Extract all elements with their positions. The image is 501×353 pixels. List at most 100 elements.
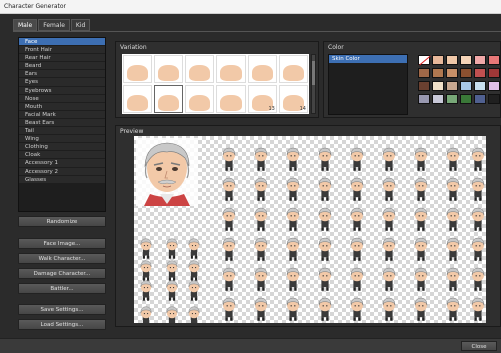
variation-cell[interactable]	[247, 55, 277, 83]
color-panel: Color Skin Color	[323, 41, 501, 118]
variation-cell[interactable]	[278, 55, 308, 83]
face-shape-thumbnail	[127, 95, 149, 111]
close-button[interactable]: Close	[461, 341, 497, 351]
face-shape-thumbnail	[220, 95, 242, 111]
color-swatch[interactable]	[446, 68, 458, 78]
character-sprite	[254, 267, 268, 291]
part-item-front-hair[interactable]: Front Hair	[19, 46, 105, 55]
part-item-mouth[interactable]: Mouth	[19, 102, 105, 111]
walk-character-button[interactable]: Walk Character...	[18, 253, 106, 264]
part-item-accessory-1[interactable]: Accessory 1	[19, 159, 105, 168]
variation-cell[interactable]	[154, 55, 184, 83]
color-swatch[interactable]	[488, 81, 500, 91]
character-sprite	[350, 237, 364, 261]
color-swatch[interactable]	[446, 94, 458, 104]
character-sprite	[222, 297, 236, 321]
damage-character-button[interactable]: Damage Character...	[18, 268, 106, 279]
part-item-beast-ears[interactable]: Beast Ears	[19, 118, 105, 128]
color-swatch[interactable]	[460, 81, 472, 91]
variation-cell[interactable]: 13	[247, 85, 277, 113]
part-item-face[interactable]: Face	[19, 38, 105, 47]
color-title: Color	[328, 44, 344, 51]
variation-scroll-thumb[interactable]	[312, 61, 315, 85]
tab-kid[interactable]: Kid	[70, 19, 91, 31]
part-item-wing[interactable]: Wing	[19, 135, 105, 144]
character-sprite	[318, 297, 332, 321]
part-item-tail[interactable]: Tail	[19, 127, 105, 136]
part-item-ears[interactable]: Ears	[19, 70, 105, 79]
character-sprite	[471, 297, 485, 321]
face-image-button[interactable]: Face Image...	[18, 238, 106, 249]
color-swatch[interactable]	[446, 81, 458, 91]
color-swatch[interactable]	[432, 55, 444, 65]
variation-cell[interactable]	[185, 55, 215, 83]
color-swatch[interactable]	[474, 81, 486, 91]
character-sprite	[471, 207, 485, 231]
variation-cell[interactable]	[154, 85, 184, 113]
character-sprite	[318, 207, 332, 231]
color-swatch[interactable]	[460, 68, 472, 78]
character-sprite	[446, 297, 460, 321]
character-sprite	[318, 177, 332, 201]
part-item-facial-mark[interactable]: Facial Mark	[19, 110, 105, 119]
variation-cell[interactable]	[185, 85, 215, 113]
character-sprite	[286, 297, 300, 321]
parts-list[interactable]: Face Front Hair Rear Hair Beard Ears Eyes Eyeb…	[18, 37, 106, 212]
part-item-glasses[interactable]: Glasses	[19, 175, 105, 184]
color-swatch[interactable]	[474, 68, 486, 78]
variation-cell[interactable]	[216, 55, 246, 83]
color-swatch[interactable]	[488, 55, 500, 65]
character-sprite	[471, 237, 485, 261]
face-shape-thumbnail	[189, 65, 211, 81]
variation-cell[interactable]: 14	[278, 85, 308, 113]
part-item-eyebrows[interactable]: Eyebrows	[19, 86, 105, 95]
color-swatch[interactable]	[418, 94, 430, 104]
part-item-eyes[interactable]: Eyes	[19, 78, 105, 87]
part-item-beard[interactable]: Beard	[19, 62, 105, 71]
tab-male[interactable]: Male	[13, 19, 38, 31]
tab-divider	[13, 31, 501, 32]
character-sprite	[286, 237, 300, 261]
character-sprite	[318, 147, 332, 171]
no-color-swatch[interactable]	[418, 55, 430, 65]
tab-female[interactable]: Female	[38, 19, 70, 31]
character-sprite	[286, 177, 300, 201]
color-swatch[interactable]	[432, 68, 444, 78]
color-swatch[interactable]	[418, 68, 430, 78]
variation-cell[interactable]	[216, 85, 246, 113]
save-settings-button[interactable]: Save Settings...	[18, 304, 106, 315]
character-sprite	[254, 297, 268, 321]
part-item-nose[interactable]: Nose	[19, 94, 105, 103]
color-swatches	[418, 55, 500, 104]
color-swatch[interactable]	[432, 94, 444, 104]
color-swatch[interactable]	[488, 68, 500, 78]
part-item-accessory-2[interactable]: Accessory 2	[19, 167, 105, 176]
color-list[interactable]: Skin Color	[328, 54, 408, 115]
color-swatch[interactable]	[460, 94, 472, 104]
character-sprite	[350, 297, 364, 321]
variation-panel: Variation 13 14	[115, 41, 319, 118]
color-swatch[interactable]	[432, 81, 444, 91]
variation-number: 13	[268, 106, 275, 112]
character-sprite	[350, 177, 364, 201]
color-swatch[interactable]	[474, 55, 486, 65]
character-sprite	[254, 237, 268, 261]
part-item-rear-hair[interactable]: Rear Hair	[19, 54, 105, 63]
part-item-cloak[interactable]: Cloak	[19, 151, 105, 160]
load-settings-button[interactable]: Load Settings...	[18, 319, 106, 330]
color-swatch[interactable]	[474, 94, 486, 104]
preview-panel: Preview	[115, 125, 501, 327]
randomize-button[interactable]: Randomize	[18, 216, 106, 227]
variation-cell[interactable]	[123, 85, 153, 113]
part-item-clothing[interactable]: Clothing	[19, 143, 105, 152]
battler-button[interactable]: Battler...	[18, 283, 106, 294]
variation-cell[interactable]	[123, 55, 153, 83]
character-sprite	[414, 297, 428, 321]
color-swatch[interactable]	[488, 94, 500, 104]
color-swatch[interactable]	[460, 55, 472, 65]
color-list-item-skin[interactable]: Skin Color	[329, 55, 407, 63]
color-swatch[interactable]	[418, 81, 430, 91]
variation-scrollbar[interactable]	[311, 54, 316, 114]
character-sprite	[140, 238, 152, 259]
color-swatch[interactable]	[446, 55, 458, 65]
